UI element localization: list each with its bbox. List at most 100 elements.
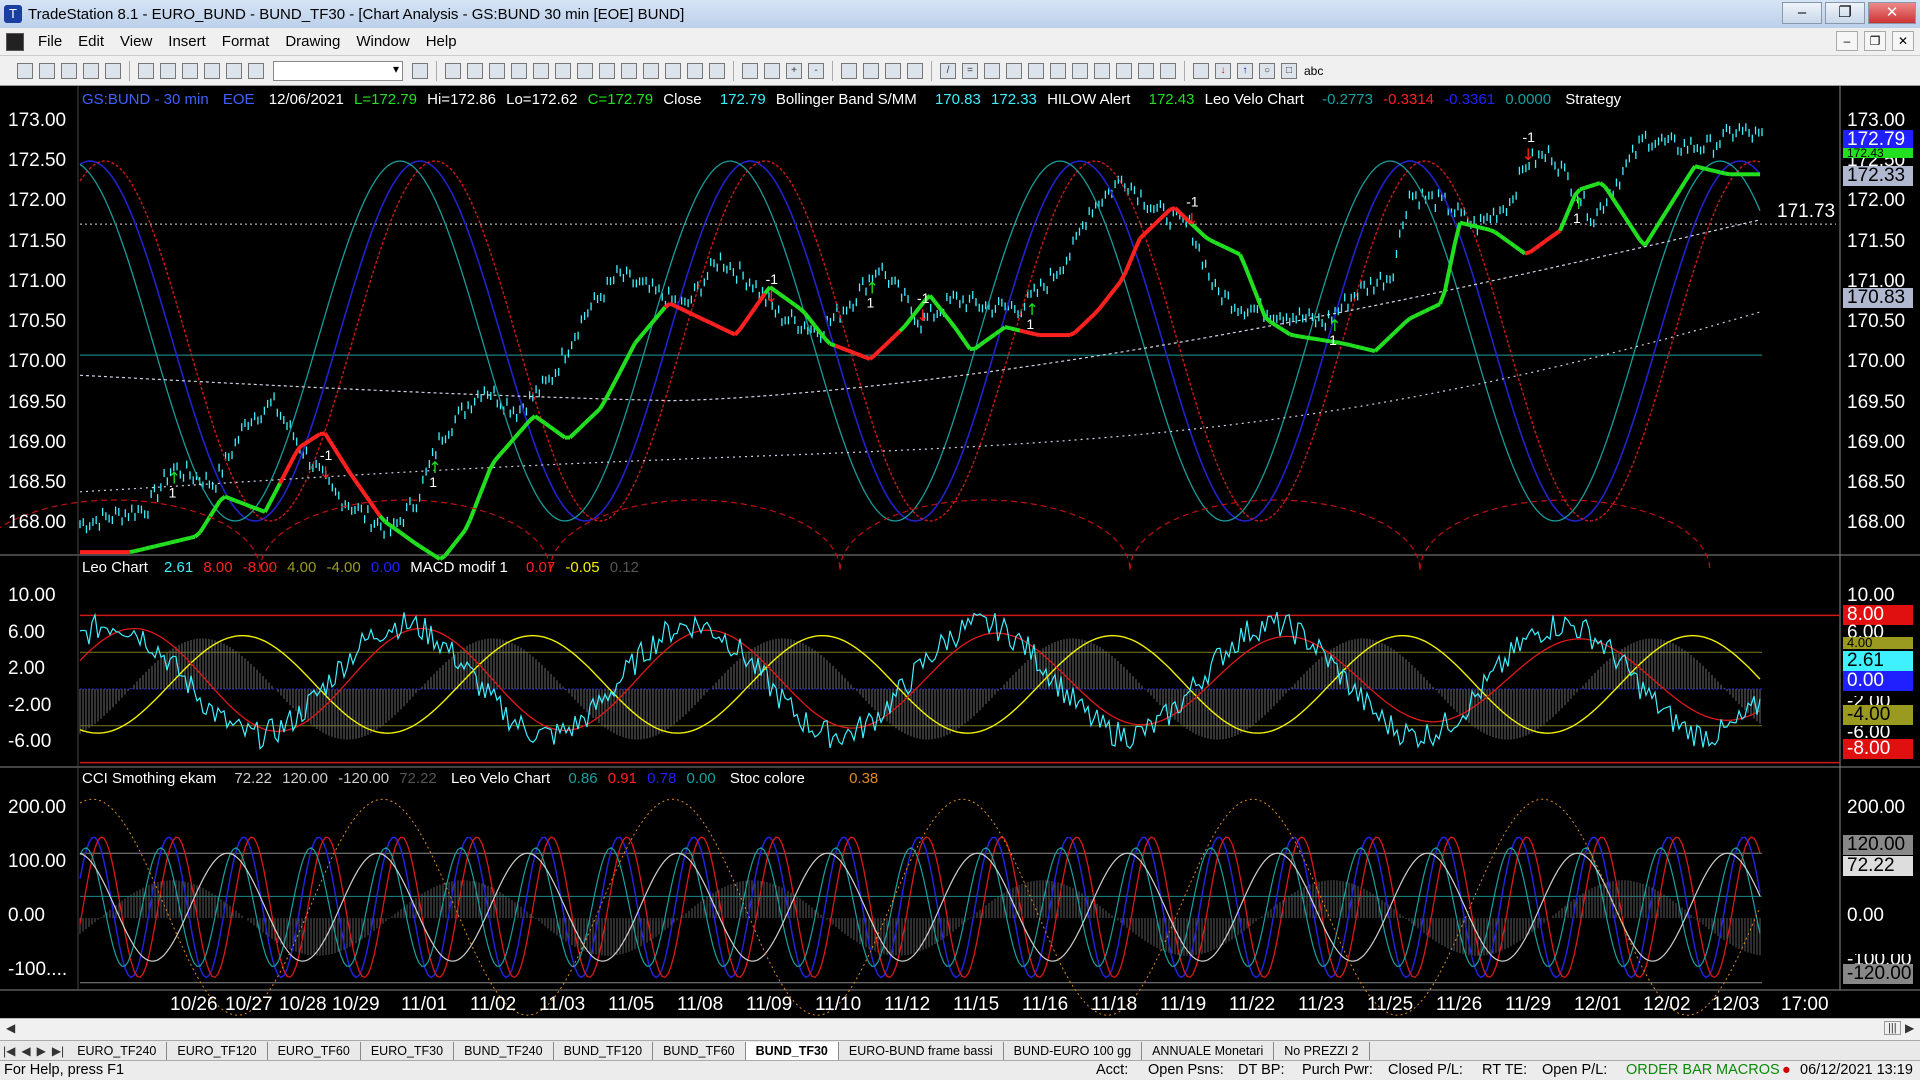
tab-euro-tf60[interactable]: EURO_TF60	[268, 1041, 361, 1060]
menu-window[interactable]: Window	[348, 33, 417, 50]
ellipse-icon[interactable]: ○	[1259, 62, 1275, 79]
tab-annuale-monetari[interactable]: ANNUALE Monetari	[1142, 1041, 1275, 1060]
horizontal-line-icon[interactable]: =	[962, 62, 978, 79]
status-order-bar[interactable]: ORDER BAR	[1626, 1061, 1712, 1080]
tab-bund-tf120[interactable]: BUND_TF120	[554, 1041, 654, 1060]
channel-icon[interactable]	[984, 62, 1000, 79]
pointer-icon[interactable]	[841, 62, 857, 79]
speedline-icon[interactable]	[1072, 62, 1088, 79]
menu-format[interactable]: Format	[214, 33, 278, 50]
menu-view[interactable]: View	[112, 33, 160, 50]
brush-icon[interactable]	[226, 62, 242, 79]
quote-icon[interactable]	[467, 62, 483, 79]
magnet-icon[interactable]	[907, 62, 923, 79]
hilow-line-down	[883, 339, 892, 347]
pen-icon[interactable]	[1160, 62, 1176, 79]
hilow-line-down	[1088, 311, 1097, 320]
tab-euro-tf240[interactable]: EURO_TF240	[67, 1041, 168, 1060]
rectangle-icon[interactable]: □	[1281, 62, 1297, 79]
tab-first-icon[interactable]: |◀	[0, 1044, 18, 1058]
grid-icon[interactable]	[489, 62, 505, 79]
cross-icon[interactable]	[742, 62, 758, 79]
zoom-in-icon[interactable]: +	[786, 62, 802, 79]
zoom-out-icon[interactable]: -	[808, 62, 824, 79]
hilow-line-down	[878, 343, 887, 352]
globe-icon[interactable]	[621, 62, 637, 79]
workspace-select[interactable]	[273, 60, 403, 81]
matrix-icon[interactable]	[511, 62, 527, 79]
price-axis-label: 168.50	[1847, 472, 1906, 493]
select-icon[interactable]	[863, 62, 879, 79]
hilow-line-up	[1613, 200, 1622, 211]
menu-drawing[interactable]: Drawing	[277, 33, 348, 50]
options-icon[interactable]	[599, 62, 615, 79]
horizontal-scrollbar[interactable]: ◀ ||| ▶	[0, 1018, 1920, 1040]
save-icon[interactable]	[61, 62, 77, 79]
hammer-icon[interactable]	[885, 62, 901, 79]
menu-insert[interactable]: Insert	[160, 33, 214, 50]
maximize-button[interactable]: ❐	[1825, 2, 1865, 24]
arrow-down-icon: ↓	[319, 463, 332, 482]
scroll-left-icon[interactable]: ◀	[6, 1021, 15, 1035]
regression-icon[interactable]	[1094, 62, 1110, 79]
menu-edit[interactable]: Edit	[70, 33, 112, 50]
scanner-icon[interactable]	[533, 62, 549, 79]
tab-prev-icon[interactable]: ◀	[18, 1044, 33, 1058]
mdi-restore-icon[interactable]: ❐	[1864, 31, 1886, 51]
mdi-minimize-icon[interactable]: –	[1836, 31, 1858, 51]
orders-icon[interactable]	[687, 62, 703, 79]
tab-euro-bund-frame-bassi[interactable]: EURO-BUND frame bassi	[839, 1041, 1004, 1060]
text-tool-icon[interactable]: abc	[1304, 64, 1323, 78]
minimize-button[interactable]: –	[1782, 2, 1822, 24]
print-icon[interactable]	[83, 62, 99, 79]
mdi-close-icon[interactable]: ✕	[1892, 31, 1914, 51]
tab-bund-euro-100gg[interactable]: BUND-EURO 100 gg	[1004, 1041, 1143, 1060]
paste-icon[interactable]	[160, 62, 176, 79]
tab-bund-tf60[interactable]: BUND_TF60	[653, 1041, 746, 1060]
scan-icon[interactable]	[412, 62, 428, 79]
lock-icon[interactable]	[204, 62, 220, 79]
tab-no-prezzi-2[interactable]: No PREZZI 2	[1274, 1041, 1370, 1060]
trendline-icon[interactable]: /	[940, 62, 956, 79]
radar-icon[interactable]	[555, 62, 571, 79]
tab-next-icon[interactable]: ▶	[34, 1044, 49, 1058]
arrow-down-icon[interactable]: ↓	[1215, 62, 1231, 79]
scroll-handle-icon[interactable]: |||	[1884, 1021, 1901, 1035]
ray-icon[interactable]	[1050, 62, 1066, 79]
tab-bund-tf30[interactable]: BUND_TF30	[745, 1041, 839, 1060]
chart-analysis-window[interactable]: 1 ↑ -1 ↓ 1 ↑ -1 ↓ 1 ↑ -1 ↓ 1 ↑ -1 ↓ 1 ↑ -1 ↓ 1 ↑ GS:BUND - 30…	[0, 86, 1920, 1024]
tab-euro-tf120[interactable]: EURO_TF120	[167, 1041, 268, 1060]
curve-icon[interactable]	[1193, 62, 1209, 79]
chart-canvas[interactable]: 1↑-1↓1↑-1↓ 1↑-1↓ 1↑-1↓1↑-1↓1↑	[0, 86, 1920, 1024]
fib-icon[interactable]	[1006, 62, 1022, 79]
tab-bund-tf240[interactable]: BUND_TF240	[454, 1041, 554, 1060]
status-macros[interactable]: MACROS	[1716, 1061, 1780, 1080]
arc-icon[interactable]	[1116, 62, 1132, 79]
tools-icon[interactable]	[248, 62, 264, 79]
candle-icon[interactable]	[764, 62, 780, 79]
scroll-right-icon[interactable]: ▶	[1905, 1021, 1914, 1035]
portfolio-icon[interactable]	[665, 62, 681, 79]
open-icon[interactable]	[39, 62, 55, 79]
gann-icon[interactable]	[1028, 62, 1044, 79]
pitchfork-icon[interactable]	[1138, 62, 1154, 79]
new-icon[interactable]	[17, 62, 33, 79]
hilow-line-up	[1694, 164, 1701, 170]
copy-icon[interactable]	[138, 62, 154, 79]
tab-last-icon[interactable]: ▶|	[49, 1044, 67, 1058]
hilow-line-up	[513, 430, 522, 439]
bar-icon[interactable]	[709, 62, 725, 79]
menu-file[interactable]: File	[30, 33, 70, 50]
undo-icon[interactable]	[182, 62, 198, 79]
chart-icon[interactable]	[445, 62, 461, 79]
link-icon[interactable]	[643, 62, 659, 79]
cut-icon[interactable]	[105, 62, 121, 79]
news-icon[interactable]	[577, 62, 593, 79]
arrow-up-icon[interactable]: ↑	[1237, 62, 1253, 79]
close-button[interactable]: ✕	[1868, 2, 1916, 24]
chart-window-icon[interactable]	[6, 32, 24, 51]
tab-euro-tf30[interactable]: EURO_TF30	[361, 1041, 455, 1060]
hilow-line-down	[353, 479, 362, 489]
hilow-line-up	[1409, 314, 1416, 321]
menu-help[interactable]: Help	[418, 33, 465, 50]
